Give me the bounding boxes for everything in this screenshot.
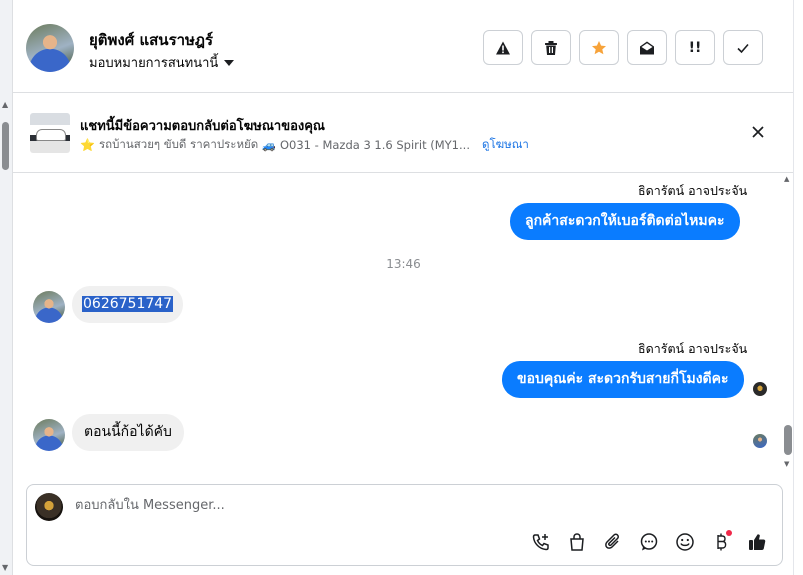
contact-avatar[interactable] (26, 24, 74, 72)
star-icon (592, 40, 606, 54)
attach-button[interactable] (600, 529, 626, 555)
outgoing-message[interactable]: ลูกค้าสะดวกให้เบอร์ติดต่อไหมคะ (510, 203, 740, 240)
mark-unread-button[interactable] (627, 30, 667, 65)
smiley-icon (676, 533, 694, 551)
like-button[interactable] (744, 529, 770, 555)
assign-conversation-dropdown[interactable]: มอบหมายการสนทนานี้ (89, 52, 235, 73)
trash-icon (545, 40, 557, 55)
warning-icon (496, 41, 510, 54)
ad-description-text-1: รถบ้านสวยๆ ขับดี ราคาประหยัด (98, 137, 259, 151)
star-emoji-icon: ⭐ (80, 138, 95, 152)
sender-label: ธิดารัตน์ อาจประจัน (638, 183, 748, 198)
ad-banner-title: แชทนี้มีข้อความตอบกลับต่อโฆษณาของคุณ (80, 119, 325, 134)
shopping-bag-icon (570, 533, 584, 551)
saved-replies-button[interactable] (636, 529, 662, 555)
outgoing-message[interactable]: ขอบคุณค่ะ สะดวกรับสายกี่โมงดีคะ (502, 361, 744, 398)
car-emoji-icon: 🚙 (262, 138, 276, 152)
follow-up-button[interactable]: !! (675, 30, 715, 65)
ad-description: ⭐ รถบ้านสวยๆ ขับดี ราคาประหยัด 🚙 O031 - … (80, 136, 529, 154)
scroll-up-arrow-icon[interactable]: ▲ (2, 100, 8, 109)
close-banner-button[interactable] (749, 123, 767, 141)
star-button[interactable] (579, 30, 619, 65)
incoming-message[interactable]: ตอนนี้ก้อได้คับ (72, 414, 184, 451)
scroll-down-arrow-icon[interactable]: ▼ (2, 563, 8, 572)
header-actions: !! (483, 30, 763, 65)
reply-input[interactable] (73, 497, 737, 514)
read-receipt-avatar (753, 382, 767, 396)
view-ad-link[interactable]: ดูโฆษณา (482, 136, 529, 154)
contact-avatar-small[interactable] (33, 291, 65, 323)
ad-description-text-2: O031 - Mazda 3 1.6 Spirit (MY1... (279, 138, 470, 152)
shop-button[interactable] (564, 529, 590, 555)
incoming-message[interactable]: 0626751747 (72, 286, 184, 323)
message-composer (26, 484, 783, 566)
conversation-panel: ยุติพงศ์ แสนราษฎร์ มอบหมายการสนทนานี้ !! (12, 0, 794, 575)
outer-scroll-thumb[interactable] (2, 122, 9, 170)
payment-button[interactable] (708, 529, 734, 555)
chat-bubble-icon (640, 533, 658, 551)
check-icon (737, 43, 749, 53)
ad-reply-banner: แชทนี้มีข้อความตอบกลับต่อโฆษณาของคุณ ⭐ ร… (13, 93, 794, 173)
seen-by-avatar (753, 434, 767, 448)
close-icon (752, 126, 764, 138)
conversation-header: ยุติพงศ์ แสนราษฎร์ มอบหมายการสนทนานี้ !! (13, 0, 794, 93)
notification-dot (726, 530, 732, 536)
time-separator: 13:46 (386, 257, 421, 271)
outer-scrollbar[interactable]: ▲ ▼ (0, 0, 12, 575)
contact-name[interactable]: ยุติพงศ์ แสนราษฎร์ (89, 28, 213, 52)
thumbs-up-icon (749, 534, 766, 550)
delete-button[interactable] (531, 30, 571, 65)
phone-add-icon (532, 534, 549, 551)
scroll-up-arrow-icon[interactable]: ▲ (784, 175, 789, 183)
page-avatar (35, 493, 63, 521)
scroll-down-arrow-icon[interactable]: ▼ (784, 460, 789, 468)
selected-phone-number[interactable]: 0626751747 (82, 296, 174, 312)
envelope-open-icon (640, 41, 654, 54)
message-list[interactable]: ธิดารัตน์ อาจประจัน ลูกค้าสะดวกให้เบอร์ต… (13, 173, 794, 478)
spam-button[interactable] (483, 30, 523, 65)
message-scroll-thumb[interactable] (784, 425, 792, 455)
ad-thumbnail[interactable] (30, 113, 70, 153)
sender-label: ธิดารัตน์ อาจประจัน (638, 341, 748, 356)
composer-toolbar (528, 529, 770, 555)
emoji-button[interactable] (672, 529, 698, 555)
paperclip-icon (605, 533, 619, 549)
assign-label: มอบหมายการสนทนานี้ (89, 56, 219, 71)
message-scrollbar[interactable]: ▲ ▼ (783, 173, 793, 473)
right-edge (793, 0, 803, 575)
exclamation-icon: !! (688, 39, 702, 56)
contact-avatar-small[interactable] (33, 419, 65, 451)
caret-down-icon (224, 60, 235, 66)
call-button[interactable] (528, 529, 554, 555)
done-button[interactable] (723, 30, 763, 65)
